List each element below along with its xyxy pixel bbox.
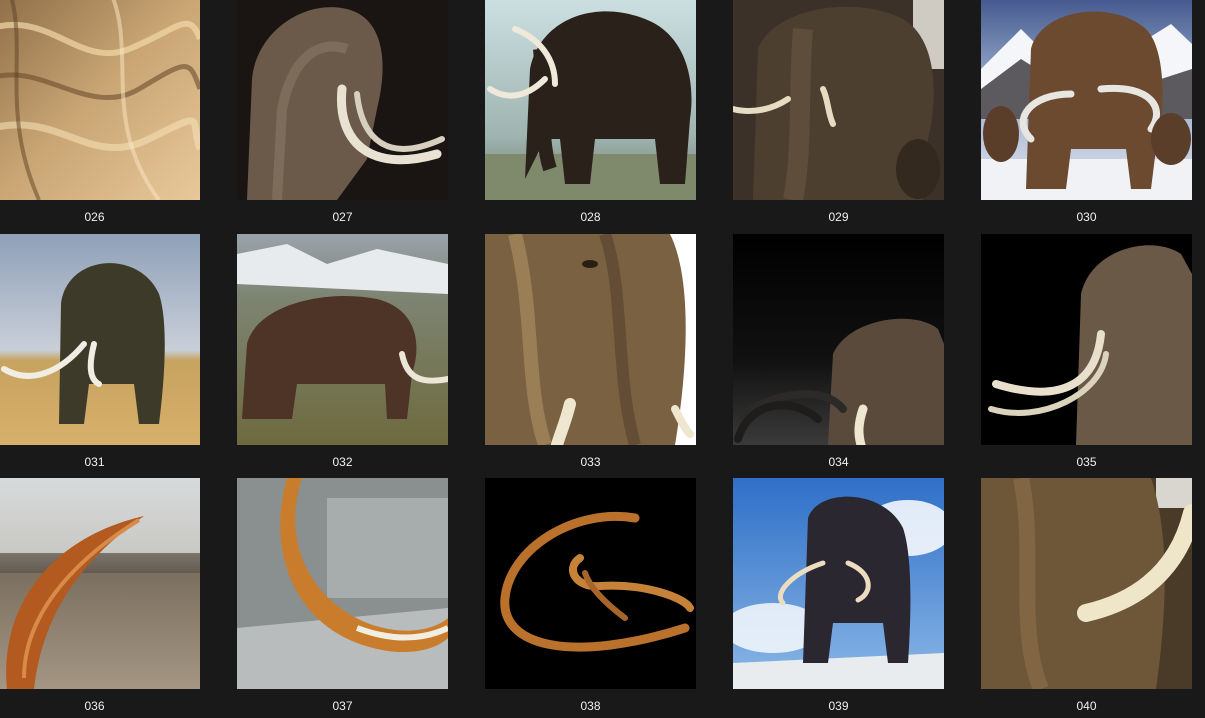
tusk-in-ice-image bbox=[237, 478, 448, 689]
thumbnail-label: 037 bbox=[332, 699, 353, 713]
thumbnail-grid: 026 027 028 029 030 031 032 033 034 035 … bbox=[0, 0, 1205, 718]
mammoth-museum-model-image bbox=[485, 0, 696, 200]
thumbnail-label: 038 bbox=[580, 699, 601, 713]
thumbnail-label: 026 bbox=[84, 210, 105, 224]
thumbnail-label: 029 bbox=[828, 210, 849, 224]
mammoth-fur-closeup-image bbox=[0, 0, 200, 200]
mammoth-herd-snow-image bbox=[981, 0, 1192, 200]
thumbnail-label: 028 bbox=[580, 210, 601, 224]
thumbnail-image[interactable] bbox=[733, 478, 944, 689]
thumbnail-label: 039 bbox=[828, 699, 849, 713]
thumbnail-image[interactable] bbox=[485, 234, 696, 445]
thumbnail-image[interactable] bbox=[0, 0, 200, 200]
thumbnail-image[interactable] bbox=[237, 234, 448, 445]
mammoth-grassland-image bbox=[0, 234, 200, 445]
thumbnail-image[interactable] bbox=[981, 478, 1192, 689]
thumbnail-label: 036 bbox=[84, 699, 105, 713]
thumbnail-label: 035 bbox=[1076, 455, 1097, 469]
mammoth-museum-exhibit-image bbox=[733, 0, 944, 200]
mammoth-tundra-hillside-image bbox=[237, 234, 448, 445]
thumbnail-label: 031 bbox=[84, 455, 105, 469]
thumbnail-image[interactable] bbox=[485, 478, 696, 689]
mammoth-dark-background-image bbox=[237, 0, 448, 200]
mammoth-face-closeup-image bbox=[485, 234, 696, 445]
tusk-in-taiga-image bbox=[0, 478, 200, 689]
pair-of-tusks-image bbox=[485, 478, 696, 689]
thumbnail-image[interactable] bbox=[0, 478, 200, 689]
thumbnail-image[interactable] bbox=[485, 0, 696, 200]
thumbnail-image[interactable] bbox=[237, 0, 448, 200]
thumbnail-label: 030 bbox=[1076, 210, 1097, 224]
thumbnail-image[interactable] bbox=[981, 0, 1192, 200]
thumbnail-image[interactable] bbox=[733, 234, 944, 445]
thumbnail-label: 033 bbox=[580, 455, 601, 469]
thumbnail-label: 032 bbox=[332, 455, 353, 469]
mammoth-black-background-image bbox=[733, 234, 944, 445]
thumbnail-image[interactable] bbox=[0, 234, 200, 445]
thumbnail-image[interactable] bbox=[981, 234, 1192, 445]
thumbnail-image[interactable] bbox=[733, 0, 944, 200]
mammoth-black-background-tusks-image bbox=[981, 234, 1192, 445]
thumbnail-image[interactable] bbox=[237, 478, 448, 689]
thumbnail-label: 027 bbox=[332, 210, 353, 224]
mammoth-tusk-closeup-image bbox=[981, 478, 1192, 689]
thumbnail-label: 040 bbox=[1076, 699, 1097, 713]
thumbnail-label: 034 bbox=[828, 455, 849, 469]
mammoth-blue-sky-image bbox=[733, 478, 944, 689]
